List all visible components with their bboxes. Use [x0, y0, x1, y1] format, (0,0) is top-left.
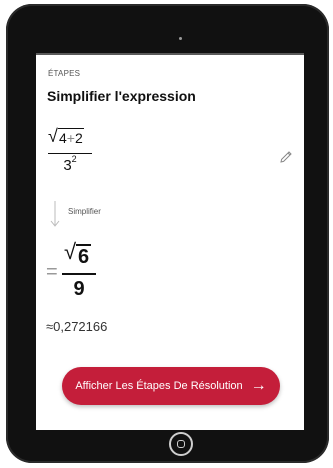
result-numerator: √ 6	[62, 239, 96, 269]
arrow-right-icon: →	[250, 377, 267, 394]
expression-numerator: √ 4+2	[48, 126, 92, 150]
result-fraction: √ 6 9	[62, 239, 96, 301]
arrow-down-icon	[50, 201, 60, 227]
denominator-base: 3	[63, 157, 72, 175]
radicand-term: 4	[59, 130, 67, 146]
steps-label: ÉTAPES	[48, 69, 81, 78]
result-radicand: 6	[76, 244, 92, 268]
denominator-exponent: 2	[71, 154, 77, 165]
plus-operator: +	[66, 130, 75, 146]
original-expression: √ 4+2 32	[48, 126, 92, 175]
equals-sign: =	[46, 261, 58, 283]
show-steps-button[interactable]: Afficher Les Étapes De Résolution →	[62, 367, 280, 405]
home-button-icon[interactable]	[169, 432, 193, 456]
sqrt-symbol: √	[48, 126, 58, 146]
result-denominator: 9	[73, 278, 85, 300]
expression-radicand: 4+2	[58, 128, 84, 147]
page-title: Simplifier l'expression	[47, 88, 196, 104]
fraction-bar	[48, 153, 92, 155]
expression-denominator: 32	[63, 154, 77, 175]
show-steps-label: Afficher Les Étapes De Résolution	[75, 380, 243, 392]
camera-dot	[179, 37, 182, 40]
approximation-value: ≈0,272166	[46, 319, 108, 334]
step-label: Simplifier	[68, 207, 101, 216]
result-expression: = √ 6 9	[46, 239, 98, 303]
radicand-term: 2	[74, 130, 83, 146]
pencil-icon[interactable]	[278, 149, 294, 165]
fraction-bar	[62, 273, 96, 275]
sqrt-symbol: √	[64, 239, 77, 264]
app-screen: ÉTAPES Simplifier l'expression √ 4+2 32 …	[36, 53, 304, 430]
